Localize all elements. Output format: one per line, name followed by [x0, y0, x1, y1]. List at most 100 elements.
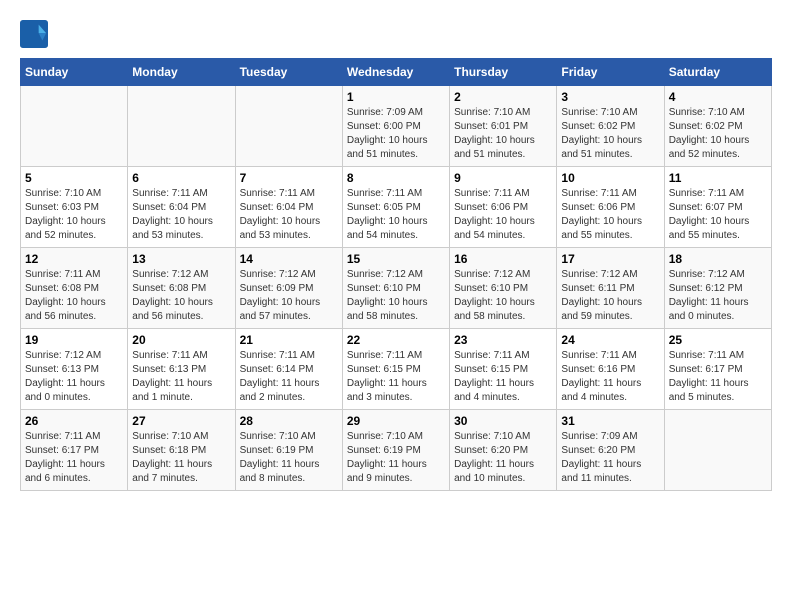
day-info: Sunrise: 7:11 AMSunset: 6:08 PMDaylight:…	[25, 268, 123, 324]
day-number: 22	[347, 333, 445, 347]
calendar-cell: 30 Sunrise: 7:10 AMSunset: 6:20 PMDayligh…	[450, 410, 557, 491]
calendar-week-2: 5 Sunrise: 7:10 AMSunset: 6:03 PMDaylight…	[21, 167, 772, 248]
day-info: Sunrise: 7:10 AMSunset: 6:03 PMDaylight:…	[25, 187, 123, 243]
calendar-cell: 18 Sunrise: 7:12 AMSunset: 6:12 PMDayligh…	[664, 248, 771, 329]
calendar-cell: 23 Sunrise: 7:11 AMSunset: 6:15 PMDayligh…	[450, 329, 557, 410]
day-number: 4	[669, 90, 767, 104]
calendar-header: SundayMondayTuesdayWednesdayThursdayFrid…	[21, 59, 772, 86]
logo	[20, 20, 52, 48]
day-number: 8	[347, 171, 445, 185]
day-number: 5	[25, 171, 123, 185]
day-number: 2	[454, 90, 552, 104]
calendar-cell	[235, 86, 342, 167]
day-info: Sunrise: 7:11 AMSunset: 6:15 PMDaylight:…	[347, 349, 445, 405]
calendar-table: SundayMondayTuesdayWednesdayThursdayFrid…	[20, 58, 772, 491]
weekday-header-friday: Friday	[557, 59, 664, 86]
day-number: 15	[347, 252, 445, 266]
calendar-cell: 3 Sunrise: 7:10 AMSunset: 6:02 PMDaylight…	[557, 86, 664, 167]
day-info: Sunrise: 7:10 AMSunset: 6:18 PMDaylight:…	[132, 430, 230, 486]
day-number: 1	[347, 90, 445, 104]
calendar-cell: 6 Sunrise: 7:11 AMSunset: 6:04 PMDaylight…	[128, 167, 235, 248]
calendar-cell: 28 Sunrise: 7:10 AMSunset: 6:19 PMDayligh…	[235, 410, 342, 491]
day-number: 21	[240, 333, 338, 347]
calendar-cell: 2 Sunrise: 7:10 AMSunset: 6:01 PMDaylight…	[450, 86, 557, 167]
day-number: 30	[454, 414, 552, 428]
calendar-body: 1 Sunrise: 7:09 AMSunset: 6:00 PMDaylight…	[21, 86, 772, 491]
weekday-header-saturday: Saturday	[664, 59, 771, 86]
day-info: Sunrise: 7:10 AMSunset: 6:02 PMDaylight:…	[561, 106, 659, 162]
day-info: Sunrise: 7:10 AMSunset: 6:20 PMDaylight:…	[454, 430, 552, 486]
day-info: Sunrise: 7:09 AMSunset: 6:20 PMDaylight:…	[561, 430, 659, 486]
calendar-cell: 15 Sunrise: 7:12 AMSunset: 6:10 PMDayligh…	[342, 248, 449, 329]
day-number: 20	[132, 333, 230, 347]
day-number: 3	[561, 90, 659, 104]
day-info: Sunrise: 7:11 AMSunset: 6:07 PMDaylight:…	[669, 187, 767, 243]
logo-icon	[20, 20, 48, 48]
weekday-header-sunday: Sunday	[21, 59, 128, 86]
calendar-cell: 4Sunrise: 7:10 AMSunset: 6:02 PMDaylight…	[664, 86, 771, 167]
day-info: Sunrise: 7:11 AMSunset: 6:15 PMDaylight:…	[454, 349, 552, 405]
day-info: Sunrise: 7:10 AMSunset: 6:01 PMDaylight:…	[454, 106, 552, 162]
day-info: Sunrise: 7:11 AMSunset: 6:17 PMDaylight:…	[25, 430, 123, 486]
calendar-cell: 20 Sunrise: 7:11 AMSunset: 6:13 PMDayligh…	[128, 329, 235, 410]
day-number: 10	[561, 171, 659, 185]
day-info: Sunrise: 7:12 AMSunset: 6:11 PMDaylight:…	[561, 268, 659, 324]
day-number: 16	[454, 252, 552, 266]
calendar-cell: 10Sunrise: 7:11 AMSunset: 6:06 PMDayligh…	[557, 167, 664, 248]
day-number: 28	[240, 414, 338, 428]
day-number: 18	[669, 252, 767, 266]
calendar-cell: 22 Sunrise: 7:11 AMSunset: 6:15 PMDayligh…	[342, 329, 449, 410]
day-info: Sunrise: 7:12 AMSunset: 6:12 PMDaylight:…	[669, 268, 767, 324]
day-info: Sunrise: 7:10 AMSunset: 6:19 PMDaylight:…	[240, 430, 338, 486]
day-info: Sunrise: 7:12 AMSunset: 6:09 PMDaylight:…	[240, 268, 338, 324]
day-number: 6	[132, 171, 230, 185]
day-number: 7	[240, 171, 338, 185]
calendar-cell: 7Sunrise: 7:11 AMSunset: 6:04 PMDaylight…	[235, 167, 342, 248]
page-header	[20, 20, 772, 48]
day-number: 26	[25, 414, 123, 428]
day-number: 23	[454, 333, 552, 347]
day-number: 11	[669, 171, 767, 185]
calendar-cell: 11 Sunrise: 7:11 AMSunset: 6:07 PMDayligh…	[664, 167, 771, 248]
day-number: 24	[561, 333, 659, 347]
calendar-week-1: 1 Sunrise: 7:09 AMSunset: 6:00 PMDaylight…	[21, 86, 772, 167]
calendar-week-5: 26 Sunrise: 7:11 AMSunset: 6:17 PMDayligh…	[21, 410, 772, 491]
day-info: Sunrise: 7:11 AMSunset: 6:05 PMDaylight:…	[347, 187, 445, 243]
day-info: Sunrise: 7:11 AMSunset: 6:04 PMDaylight:…	[132, 187, 230, 243]
calendar-cell: 5 Sunrise: 7:10 AMSunset: 6:03 PMDaylight…	[21, 167, 128, 248]
weekday-header-monday: Monday	[128, 59, 235, 86]
calendar-cell: 24 Sunrise: 7:11 AMSunset: 6:16 PMDayligh…	[557, 329, 664, 410]
calendar-cell: 31 Sunrise: 7:09 AMSunset: 6:20 PMDayligh…	[557, 410, 664, 491]
calendar-cell: 17 Sunrise: 7:12 AMSunset: 6:11 PMDayligh…	[557, 248, 664, 329]
calendar-cell	[664, 410, 771, 491]
day-number: 13	[132, 252, 230, 266]
calendar-cell: 27Sunrise: 7:10 AMSunset: 6:18 PMDayligh…	[128, 410, 235, 491]
calendar-cell	[21, 86, 128, 167]
day-info: Sunrise: 7:11 AMSunset: 6:06 PMDaylight:…	[454, 187, 552, 243]
day-number: 31	[561, 414, 659, 428]
calendar-cell: 25 Sunrise: 7:11 AMSunset: 6:17 PMDayligh…	[664, 329, 771, 410]
day-info: Sunrise: 7:12 AMSunset: 6:10 PMDaylight:…	[454, 268, 552, 324]
day-info: Sunrise: 7:09 AMSunset: 6:00 PMDaylight:…	[347, 106, 445, 162]
day-info: Sunrise: 7:12 AMSunset: 6:10 PMDaylight:…	[347, 268, 445, 324]
weekday-header-tuesday: Tuesday	[235, 59, 342, 86]
calendar-cell: 19 Sunrise: 7:12 AMSunset: 6:13 PMDayligh…	[21, 329, 128, 410]
day-info: Sunrise: 7:12 AMSunset: 6:13 PMDaylight:…	[25, 349, 123, 405]
calendar-cell: 12 Sunrise: 7:11 AMSunset: 6:08 PMDayligh…	[21, 248, 128, 329]
day-number: 19	[25, 333, 123, 347]
day-number: 12	[25, 252, 123, 266]
calendar-cell: 9Sunrise: 7:11 AMSunset: 6:06 PMDaylight…	[450, 167, 557, 248]
day-number: 17	[561, 252, 659, 266]
calendar-cell: 14Sunrise: 7:12 AMSunset: 6:09 PMDayligh…	[235, 248, 342, 329]
calendar-week-4: 19 Sunrise: 7:12 AMSunset: 6:13 PMDayligh…	[21, 329, 772, 410]
day-info: Sunrise: 7:11 AMSunset: 6:16 PMDaylight:…	[561, 349, 659, 405]
calendar-cell: 1 Sunrise: 7:09 AMSunset: 6:00 PMDaylight…	[342, 86, 449, 167]
day-info: Sunrise: 7:12 AMSunset: 6:08 PMDaylight:…	[132, 268, 230, 324]
weekday-header-wednesday: Wednesday	[342, 59, 449, 86]
calendar-cell: 8 Sunrise: 7:11 AMSunset: 6:05 PMDaylight…	[342, 167, 449, 248]
day-number: 29	[347, 414, 445, 428]
calendar-cell	[128, 86, 235, 167]
day-info: Sunrise: 7:11 AMSunset: 6:13 PMDaylight:…	[132, 349, 230, 405]
day-number: 25	[669, 333, 767, 347]
day-info: Sunrise: 7:11 AMSunset: 6:17 PMDaylight:…	[669, 349, 767, 405]
